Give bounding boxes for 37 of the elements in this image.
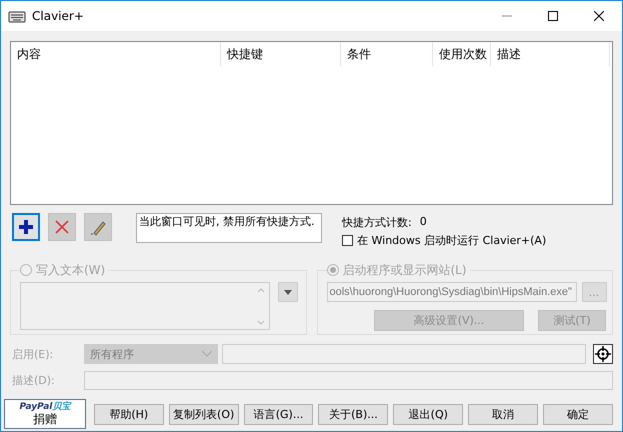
count-value: 0 [420, 215, 427, 230]
shortcut-list[interactable]: 内容 快捷键 条件 使用次数 描述 [10, 41, 613, 205]
target-button[interactable] [593, 344, 613, 364]
column-header[interactable]: 描述 [491, 42, 610, 66]
column-header[interactable]: 条件 [341, 42, 433, 66]
window-title: Clavier+ [32, 9, 84, 23]
description-field[interactable] [84, 370, 613, 390]
language-button[interactable]: 语言(G)... [244, 404, 314, 424]
dropdown-button[interactable] [278, 282, 298, 302]
donate-button[interactable]: PayPal贝宝 捐赠 [4, 399, 86, 429]
condition-field[interactable] [222, 344, 586, 364]
caret-icon [284, 290, 292, 294]
cross-icon [53, 218, 71, 236]
help-button[interactable]: 帮助(H) [94, 404, 164, 424]
checkbox-label: 在 Windows 启动时运行 Clavier+(A) [357, 233, 546, 248]
close-icon [594, 11, 604, 21]
chevron-icon [202, 351, 212, 357]
radio-label: 写入文本(W) [36, 262, 106, 278]
count-label: 快捷方式计数: [342, 215, 412, 230]
column-header[interactable]: 内容 [11, 42, 221, 66]
column-header[interactable]: 使用次数 [433, 42, 491, 66]
startup-checkbox[interactable] [342, 235, 353, 246]
about-button[interactable]: 关于(B)... [318, 404, 388, 424]
add-button[interactable] [12, 213, 40, 241]
description-label: 描述(D): [11, 372, 56, 388]
notice-text: 当此窗口可见时, 禁用所有快捷方式. [136, 213, 322, 243]
cancel-button[interactable]: 取消 [468, 404, 538, 424]
radio-label: 启动程序或显示网站(L) [342, 262, 467, 278]
copy-list-button[interactable]: 复制列表(O) [168, 404, 239, 424]
maximize-icon [548, 11, 558, 21]
enable-label: 启用(E): [11, 346, 54, 362]
plus-icon [17, 218, 35, 236]
exit-button[interactable]: 退出(Q) [393, 404, 464, 424]
crosshair-icon [595, 346, 611, 362]
column-header[interactable]: 快捷键 [221, 42, 341, 66]
ok-button[interactable]: 确定 [543, 404, 613, 424]
keyboard-icon [8, 9, 26, 23]
